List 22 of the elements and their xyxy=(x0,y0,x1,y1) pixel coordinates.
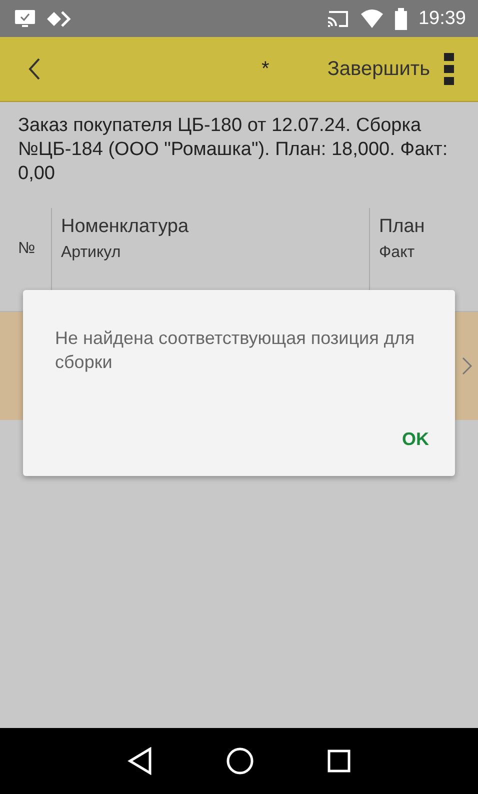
wifi-icon xyxy=(360,8,384,28)
finish-button[interactable]: Завершить xyxy=(327,58,430,80)
column-header: Факт xyxy=(379,244,416,262)
column-header: Номенклатура xyxy=(61,216,190,238)
home-circle-icon[interactable] xyxy=(226,747,254,775)
dialog-message: Не найдена соответствующая позиция для сборки xyxy=(55,327,416,374)
clock-time: 19:39 xyxy=(418,8,466,30)
recents-square-icon[interactable] xyxy=(327,749,352,773)
cast-icon xyxy=(326,8,350,28)
column-header: Артикул xyxy=(61,244,122,262)
ok-button[interactable]: OK xyxy=(402,425,429,454)
back-triangle-icon[interactable] xyxy=(126,747,153,775)
column-header: План xyxy=(379,216,426,238)
battery-icon xyxy=(394,8,408,30)
monitor-check-icon xyxy=(14,8,36,28)
column-header: № xyxy=(18,240,36,258)
chevron-right-icon xyxy=(462,357,472,375)
back-icon[interactable] xyxy=(27,57,41,81)
diamond-arrow-icon xyxy=(46,10,72,26)
app-bar-title: * xyxy=(262,58,270,80)
document-title: Заказ покупателя ЦБ-180 от 12.07.24. Сборка №ЦБ-184 (ООО "Ромашка"). План: 18,000. Факт: 0,00 xyxy=(17,114,449,186)
more-menu-icon[interactable] xyxy=(444,53,454,85)
